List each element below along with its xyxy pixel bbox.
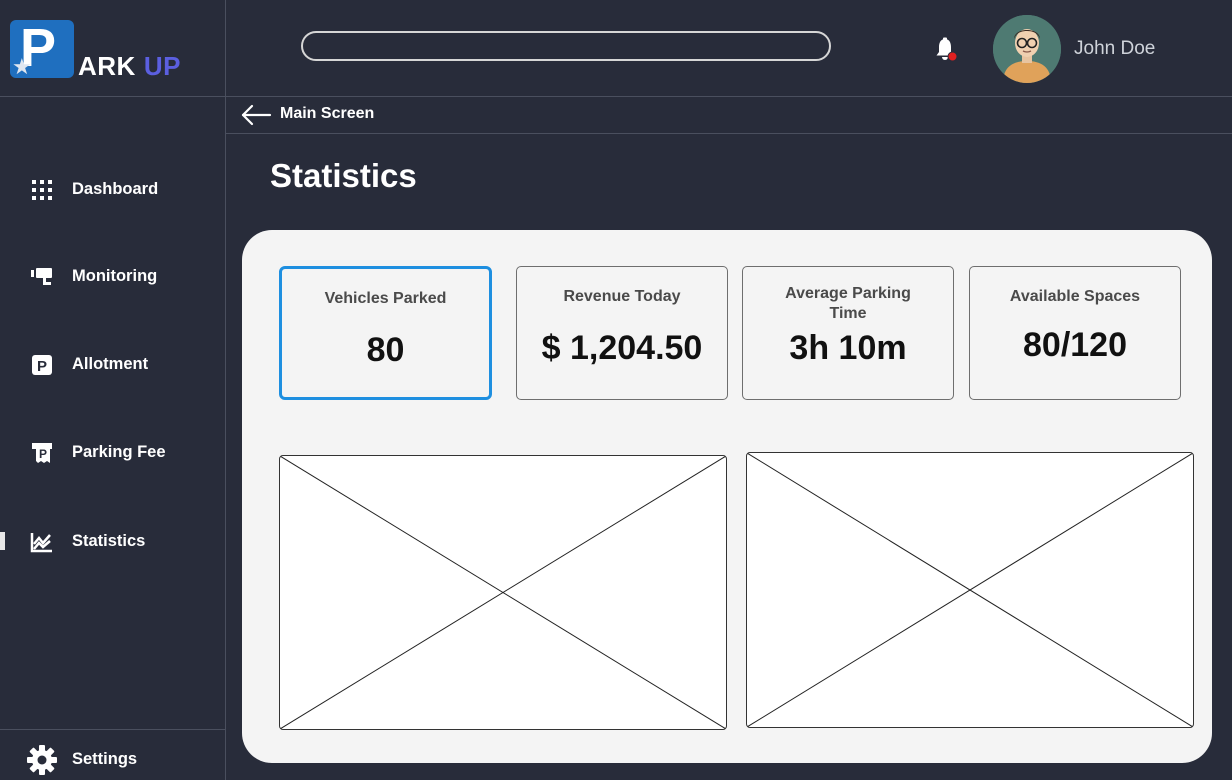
- stat-card-vehicles-parked[interactable]: Vehicles Parked 80: [279, 266, 492, 400]
- stat-card-value: 80/120: [1023, 326, 1127, 364]
- user-name[interactable]: John Doe: [1074, 38, 1155, 60]
- back-arrow-icon[interactable]: [240, 104, 272, 126]
- logo-badge: P ★: [10, 18, 74, 79]
- cctv-camera-icon: [30, 266, 54, 288]
- sidebar-item-label: Parking Fee: [72, 443, 166, 461]
- notification-bell-icon[interactable]: [934, 37, 958, 63]
- stat-card-revenue-today[interactable]: Revenue Today $ 1,204.50: [516, 266, 728, 400]
- sidebar-item-dashboard[interactable]: Dashboard: [0, 170, 225, 210]
- stat-card-title: Average Parking Time: [785, 285, 911, 322]
- brand-name-part2: UP: [143, 51, 181, 81]
- svg-text:P: P: [39, 447, 47, 461]
- svg-text:P: P: [37, 358, 47, 375]
- statistics-panel: Vehicles Parked 80 Revenue Today $ 1,204…: [242, 230, 1212, 763]
- chart-icon: [30, 531, 54, 553]
- sidebar-item-label: Allotment: [72, 355, 149, 373]
- sidebar: P ★ ARK UP Dashboard Monitoring P Allotm…: [0, 0, 226, 780]
- stat-card-average-parking-time[interactable]: Average Parking Time 3h 10m: [742, 266, 954, 400]
- grid-icon: [30, 179, 54, 201]
- sidebar-item-statistics[interactable]: Statistics: [0, 522, 225, 562]
- brand-name-part1: ARK: [78, 51, 136, 81]
- sidebar-item-label: Dashboard: [72, 180, 159, 198]
- top-header: John Doe: [226, 0, 1232, 97]
- star-icon: ★: [12, 54, 32, 79]
- sidebar-item-monitoring[interactable]: Monitoring: [0, 257, 225, 297]
- search-input[interactable]: [301, 31, 831, 61]
- breadcrumb: Main Screen: [226, 97, 1232, 134]
- brand-name: ARK UP: [78, 52, 181, 80]
- stat-card-value: 3h 10m: [789, 329, 907, 367]
- stat-card-title: Vehicles Parked: [324, 290, 447, 307]
- stat-card-title: Revenue Today: [563, 288, 681, 305]
- parking-sign-icon: P: [30, 354, 54, 376]
- avatar[interactable]: [993, 15, 1061, 83]
- sidebar-item-label: Settings: [72, 750, 138, 768]
- sidebar-item-label: Statistics: [72, 532, 146, 550]
- stat-card-value: $ 1,204.50: [541, 329, 703, 367]
- stat-card-value: 80: [366, 331, 405, 369]
- sidebar-item-allotment[interactable]: P Allotment: [0, 345, 225, 385]
- page-title: Statistics: [270, 157, 417, 194]
- sidebar-item-settings[interactable]: Settings: [0, 740, 225, 780]
- breadcrumb-link[interactable]: Main Screen: [280, 105, 374, 123]
- brand-logo[interactable]: P ★ ARK UP: [0, 0, 225, 97]
- chart-placeholder-right: [746, 452, 1194, 728]
- gear-icon: [26, 744, 58, 776]
- sidebar-item-label: Monitoring: [72, 267, 158, 285]
- chart-placeholder-left: [279, 455, 727, 730]
- stat-card-title: Available Spaces: [1009, 288, 1141, 305]
- stat-card-available-spaces[interactable]: Available Spaces 80/120: [969, 266, 1181, 400]
- divider: [0, 729, 225, 730]
- sidebar-item-parking-fee[interactable]: P Parking Fee: [0, 433, 225, 473]
- parking-ticket-icon: P: [30, 442, 54, 464]
